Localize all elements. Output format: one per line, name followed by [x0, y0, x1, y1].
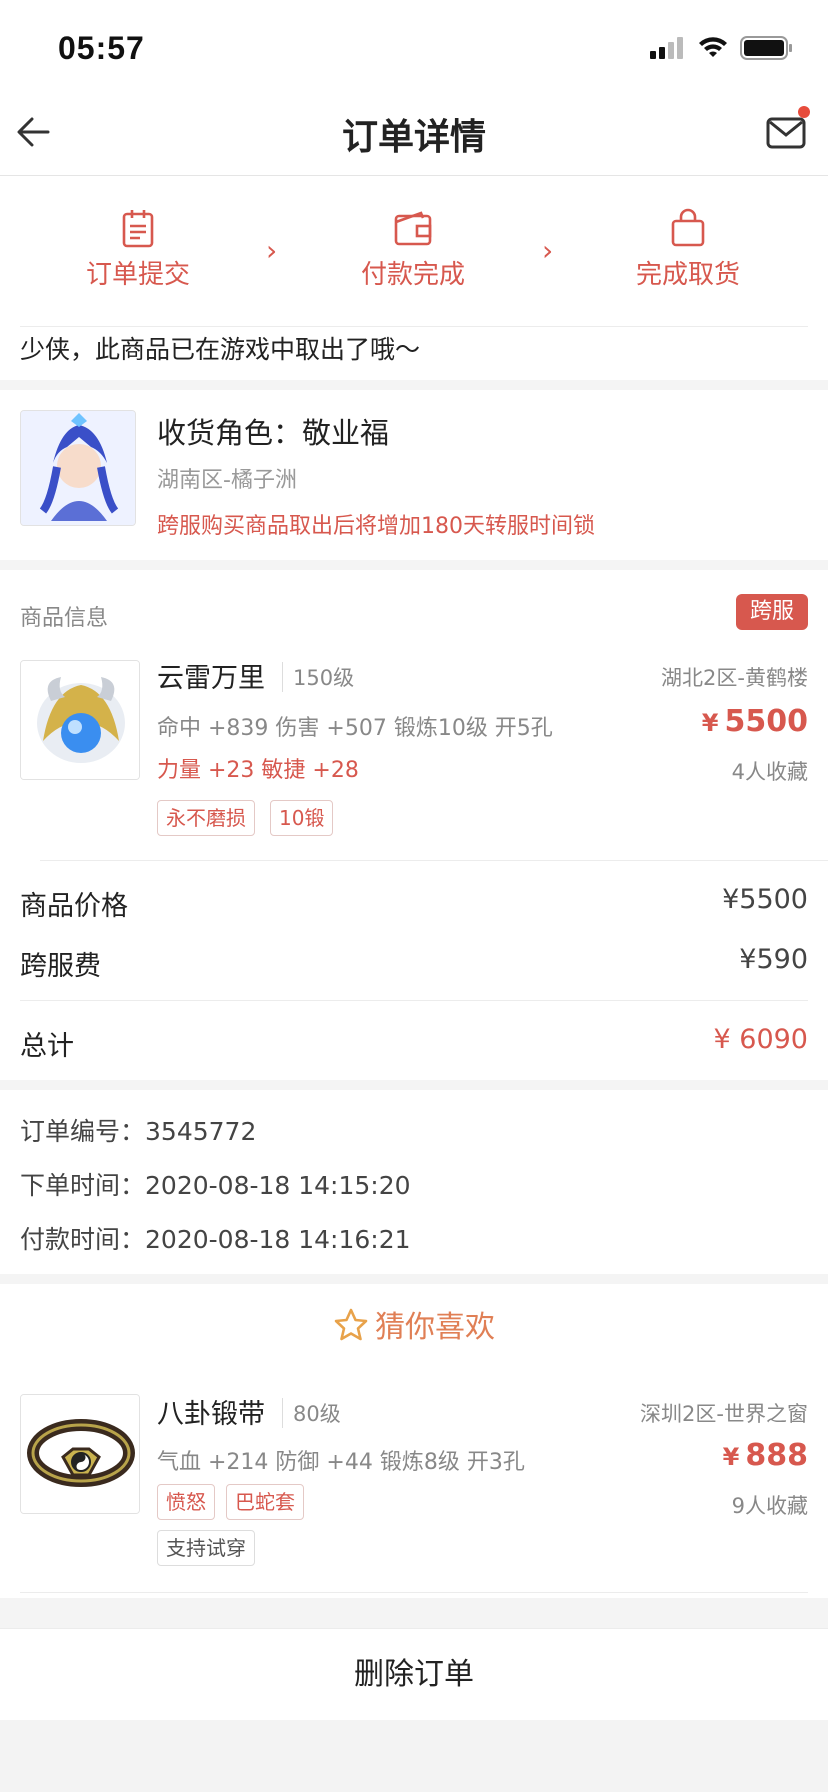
step-order-submit: 订单提交 [38, 208, 238, 291]
step-label: 订单提交 [85, 260, 190, 290]
nav-bar: 订单详情 [0, 90, 828, 176]
currency-symbol: ¥ [701, 709, 719, 737]
battery-icon [740, 36, 792, 60]
item-price: ¥5500 [702, 704, 808, 739]
page-title: 订单详情 [341, 117, 486, 158]
divider [20, 1000, 808, 1001]
pay-time-row: 付款时间：2020-08-18 14:16:21 [20, 1220, 411, 1256]
try-on-tag: 支持试穿 [157, 1530, 255, 1566]
favorite-count: 4人收藏 [731, 760, 808, 784]
item-tag: 永不磨损 [157, 800, 255, 836]
section-separator [0, 1274, 828, 1284]
recommend-item-name[interactable]: 八卦锻带 [157, 1392, 265, 1431]
goods-price-row: 商品价格 ¥5500 [20, 884, 808, 923]
recommend-title: 猜你喜欢 [0, 1302, 828, 1346]
order-progress: 订单提交 › 付款完成 › 完成取货 [0, 176, 828, 327]
recommend-item-price-value: 888 [745, 1438, 808, 1473]
cross-fee-label: 跨服费 [20, 951, 101, 982]
cross-server-badge: 跨服 [735, 594, 808, 630]
section-title: 商品信息 [20, 606, 109, 631]
step-label: 付款完成 [360, 260, 465, 290]
status-message: 少侠，此商品已在游戏中取出了哦～ [20, 335, 421, 364]
item-level: 150级 [282, 662, 354, 692]
item-attributes: 力量 +23 敏捷 +28 [157, 758, 359, 783]
total-row: 总计 ¥ 6090 [20, 1024, 808, 1063]
recommend-item-image[interactable] [20, 1394, 140, 1514]
recommend-item-stats: 气血 +214 防御 +44 锻炼8级 开3孔 [157, 1450, 525, 1475]
goods-price-label: 商品价格 [20, 891, 128, 922]
cross-fee-value: ¥590 [739, 944, 808, 975]
total-value: ¥ 6090 [713, 1024, 808, 1055]
shopping-bag-icon [671, 208, 705, 247]
chevron-right-icon: › [266, 234, 278, 267]
recommend-item-tag: 巴蛇套 [226, 1484, 304, 1520]
signal-icon [650, 37, 683, 59]
receiver-label: 收货角色： [157, 416, 303, 450]
mail-button[interactable] [764, 106, 810, 154]
status-bar: 05:57 [0, 0, 828, 90]
total-label: 总计 [20, 1031, 74, 1062]
pay-time-value: 2020-08-18 14:16:21 [145, 1225, 411, 1254]
recommend-item-price: ¥888 [723, 1438, 808, 1473]
order-time-label: 下单时间： [20, 1171, 146, 1200]
recommend-item-server: 深圳2区-世界之窗 [640, 1402, 808, 1426]
status-icons [650, 36, 794, 60]
item-stats: 命中 +839 伤害 +507 锻炼10级 开5孔 [157, 716, 553, 741]
section-separator [0, 560, 828, 570]
currency-symbol: ¥ [722, 1443, 740, 1471]
item-tag: 10锻 [270, 800, 334, 836]
divider [20, 1592, 808, 1593]
section-separator [0, 1080, 828, 1090]
step-label: 完成取货 [635, 260, 740, 290]
section-separator [0, 1598, 828, 1628]
section-separator [0, 380, 828, 390]
transfer-lock-warning: 跨服购买商品取出后将增加180天转服时间锁 [157, 514, 595, 539]
wallet-icon [394, 211, 432, 246]
character-avatar [20, 410, 136, 526]
receiver-name-value: 敬业福 [302, 416, 390, 450]
delete-order-button[interactable]: 删除订单 [0, 1629, 828, 1721]
recommend-item-level: 80级 [282, 1398, 341, 1428]
wifi-icon [699, 37, 727, 57]
divider [20, 326, 808, 327]
order-number-row: 订单编号：3545772 [20, 1112, 256, 1148]
clipboard-icon [122, 210, 154, 248]
recommend-favorite-count: 9人收藏 [731, 1494, 808, 1518]
receiver-server: 湖南区-橘子洲 [157, 468, 297, 493]
goods-price-value: ¥5500 [722, 884, 808, 915]
order-number-label: 订单编号： [20, 1117, 146, 1146]
step-payment-complete: 付款完成 [313, 208, 513, 291]
order-number-value: 3545772 [145, 1117, 257, 1146]
item-server: 湖北2区-黄鹤楼 [661, 666, 808, 690]
bottom-area [0, 1720, 828, 1792]
divider [40, 860, 828, 861]
receiver-name: 收货角色：敬业福 [157, 410, 389, 452]
receiver-card: 收货角色：敬业福 湖南区-橘子洲 跨服购买商品取出后将增加180天转服时间锁 [0, 390, 828, 560]
chevron-right-icon: › [542, 234, 554, 267]
step-pickup-complete: 完成取货 [588, 208, 788, 291]
notification-dot [798, 106, 810, 118]
item-price-value: 5500 [724, 704, 809, 739]
recommend-item-tag: 愤怒 [157, 1484, 215, 1520]
delete-order-bar: 删除订单 [0, 1628, 828, 1720]
cross-fee-row: 跨服费 ¥590 [20, 944, 808, 983]
item-name: 云雷万里 [157, 663, 265, 694]
star-icon [334, 1308, 368, 1341]
pay-time-label: 付款时间： [20, 1225, 146, 1254]
recommend-title-text: 猜你喜欢 [375, 1310, 495, 1345]
order-time-row: 下单时间：2020-08-18 14:15:20 [20, 1166, 411, 1202]
status-time: 05:57 [58, 30, 145, 66]
item-image[interactable] [20, 660, 140, 780]
order-time-value: 2020-08-18 14:15:20 [145, 1171, 411, 1200]
